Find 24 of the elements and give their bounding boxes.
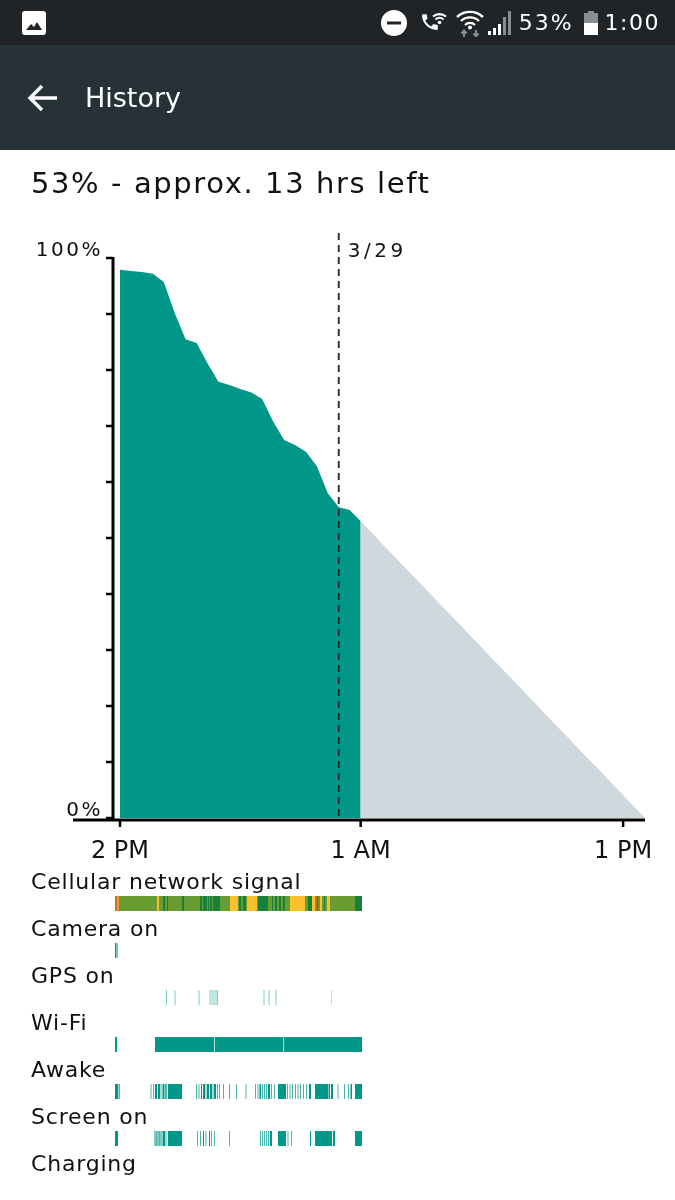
event-label: Camera on <box>31 916 159 942</box>
event-label: Cellular network signal <box>31 869 302 895</box>
axis-label: 0% <box>66 797 103 821</box>
signal-icon <box>487 10 512 35</box>
activity-timeline-drawing <box>115 943 119 958</box>
battery-icon <box>583 10 598 35</box>
wifi-icon <box>454 8 485 37</box>
axis-label: 2 PM <box>90 836 150 864</box>
axis-label: 1 PM <box>594 836 653 864</box>
clock: 1:00 <box>604 9 660 36</box>
axis-label: 100% <box>35 237 103 261</box>
event-label: Screen on <box>31 1104 149 1130</box>
axis-label: 1 AM <box>330 836 391 864</box>
back-icon[interactable] <box>27 83 58 112</box>
event-label: Wi-Fi <box>31 1010 88 1036</box>
do-not-disturb-icon <box>380 9 407 36</box>
image-icon <box>22 10 46 35</box>
battery-percent: 53% <box>518 9 574 36</box>
event-label: Charging <box>31 1151 137 1177</box>
battery-summary: 53% - approx. 13 hrs left <box>31 165 431 201</box>
event-label: Awake <box>31 1057 107 1083</box>
date-label: 3/29 <box>347 238 407 262</box>
page-title: History <box>85 80 182 115</box>
event-label: GPS on <box>31 963 115 989</box>
